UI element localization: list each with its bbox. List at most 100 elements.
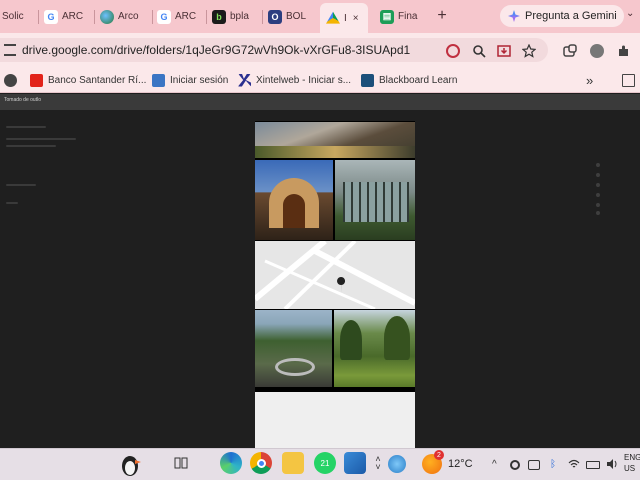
- chrome-icon[interactable]: [250, 452, 272, 474]
- tab-0[interactable]: Solic: [2, 4, 38, 29]
- record-icon[interactable]: [510, 460, 520, 470]
- tab-6-label: I: [344, 12, 347, 24]
- dimmed-text: [6, 202, 18, 204]
- temperature[interactable]: 12°C: [448, 458, 473, 470]
- puffin-widget-icon[interactable]: [116, 450, 144, 478]
- shield-logo-icon: O: [268, 9, 282, 24]
- bookmark-blackboard[interactable]: Blackboard Learn: [361, 72, 457, 88]
- new-tab-button[interactable]: +: [432, 6, 452, 26]
- wifi-icon[interactable]: [568, 459, 580, 472]
- whatsapp-icon[interactable]: 21: [314, 452, 336, 474]
- file-explorer-icon[interactable]: [282, 452, 304, 474]
- gemini-icon: [508, 10, 520, 22]
- tab-1[interactable]: G ARC: [44, 4, 90, 29]
- photo-market-facade: [255, 160, 333, 240]
- close-icon[interactable]: ×: [353, 13, 359, 24]
- photos-icon[interactable]: [344, 452, 366, 474]
- tab-4[interactable]: b bpla: [212, 4, 258, 29]
- globe-icon: [100, 9, 114, 24]
- x-logo-icon: [238, 73, 251, 87]
- lang-bottom: US: [624, 464, 636, 473]
- dimmed-text: [6, 145, 56, 147]
- profile-icon[interactable]: [590, 44, 604, 58]
- dimmed-text: [6, 184, 36, 186]
- tab-7-label: Fina: [398, 11, 418, 22]
- dimmed-toolbar: [6, 126, 46, 128]
- tab-search-button[interactable]: ⌄: [626, 8, 634, 19]
- edge-icon[interactable]: [220, 452, 242, 474]
- dimmed-dot: [596, 183, 600, 187]
- blackboard-icon: [361, 73, 374, 87]
- bookmark-xintelweb[interactable]: Xintelweb - Iniciar s...: [238, 72, 351, 88]
- photo-park: [334, 310, 415, 387]
- whatsapp-badge: 21: [320, 458, 330, 468]
- media-icon[interactable]: [528, 460, 540, 470]
- all-bookmarks-button[interactable]: [622, 72, 635, 88]
- dimmed-text: [6, 138, 76, 140]
- bookmark-iniciar-sesion[interactable]: Iniciar sesión: [152, 72, 228, 88]
- weather-icon[interactable]: 2: [422, 450, 444, 474]
- google-icon: G: [44, 9, 58, 24]
- task-view-icon[interactable]: [170, 452, 192, 474]
- overflow-icon: »: [586, 72, 594, 88]
- b-logo-icon: b: [212, 9, 226, 24]
- apps-button[interactable]: [4, 72, 17, 88]
- lang-top: ENG: [624, 453, 640, 462]
- omnibox[interactable]: drive.google.com/drive/folders/1qJeGr9G7…: [0, 38, 548, 62]
- weather-badge: 2: [434, 450, 444, 460]
- drive-icon: [326, 11, 340, 24]
- globe-icon[interactable]: [388, 455, 406, 473]
- tab-divider: [152, 10, 153, 24]
- taskbar-overflow[interactable]: ˄ ˅: [373, 452, 383, 474]
- tab-divider: [94, 10, 95, 24]
- site-info-icon[interactable]: [4, 44, 16, 56]
- tab-divider: [206, 10, 207, 24]
- dimmed-dot: [596, 211, 600, 215]
- preview-header: [0, 94, 640, 110]
- tab-0-label: Solic: [2, 11, 24, 22]
- chevron-up-icon[interactable]: ^: [492, 459, 497, 470]
- photo-aerial-city: [255, 310, 332, 387]
- bookmarks-overflow-button[interactable]: »: [586, 72, 593, 88]
- bookmark-label: Xintelweb - Iniciar s...: [256, 74, 352, 86]
- tab-5[interactable]: O BOL: [268, 4, 314, 29]
- install-icon[interactable]: [497, 44, 511, 58]
- preview-title: Tomado de outlo: [4, 97, 41, 103]
- photo-greenhouse: [335, 160, 415, 240]
- extension-icon[interactable]: [563, 44, 577, 58]
- bookmark-label: Banco Santander Rí...: [48, 74, 147, 86]
- camera-icon[interactable]: [446, 44, 460, 58]
- language-indicator[interactable]: ENG US: [624, 452, 640, 474]
- dimmed-dot: [596, 193, 600, 197]
- document-page-2: [255, 392, 415, 448]
- gemini-button[interactable]: Pregunta a Gemini: [500, 5, 624, 27]
- zoom-icon[interactable]: [472, 44, 486, 58]
- url-text[interactable]: drive.google.com/drive/folders/1qJeGr9G7…: [22, 43, 410, 57]
- gemini-label: Pregunta a Gemini: [525, 10, 617, 22]
- battery-icon[interactable]: [586, 461, 600, 469]
- tab-2-label: Arco: [118, 11, 139, 22]
- puzzle-icon[interactable]: [617, 44, 631, 58]
- bookmark-label: Blackboard Learn: [379, 74, 458, 86]
- tab-2[interactable]: Arco: [100, 4, 148, 29]
- dimmed-dot: [596, 203, 600, 207]
- tab-7[interactable]: ▤ Fina: [380, 4, 426, 29]
- bookmark-santander[interactable]: Banco Santander Rí...: [30, 72, 146, 88]
- bookmark-star-icon[interactable]: [521, 43, 537, 58]
- tab-1-label: ARC: [62, 11, 84, 22]
- tab-6-active[interactable]: I ×: [320, 3, 368, 33]
- dimmed-dot: [596, 173, 600, 177]
- sheets-icon: ▤: [380, 9, 394, 24]
- dimmed-dot: [596, 163, 600, 167]
- bluetooth-icon[interactable]: ᛒ: [550, 459, 556, 470]
- volume-icon[interactable]: [606, 459, 618, 472]
- globe-icon: [4, 73, 17, 87]
- tab-5-label: BOL: [286, 11, 307, 22]
- tab-3[interactable]: G ARC: [157, 4, 203, 29]
- map-image: [255, 241, 415, 309]
- tab-divider: [38, 10, 39, 24]
- tab-3-label: ARC: [175, 11, 197, 22]
- santander-icon: [30, 73, 43, 87]
- tab-4-label: bpla: [230, 11, 249, 22]
- photo-building-roof: [255, 122, 415, 158]
